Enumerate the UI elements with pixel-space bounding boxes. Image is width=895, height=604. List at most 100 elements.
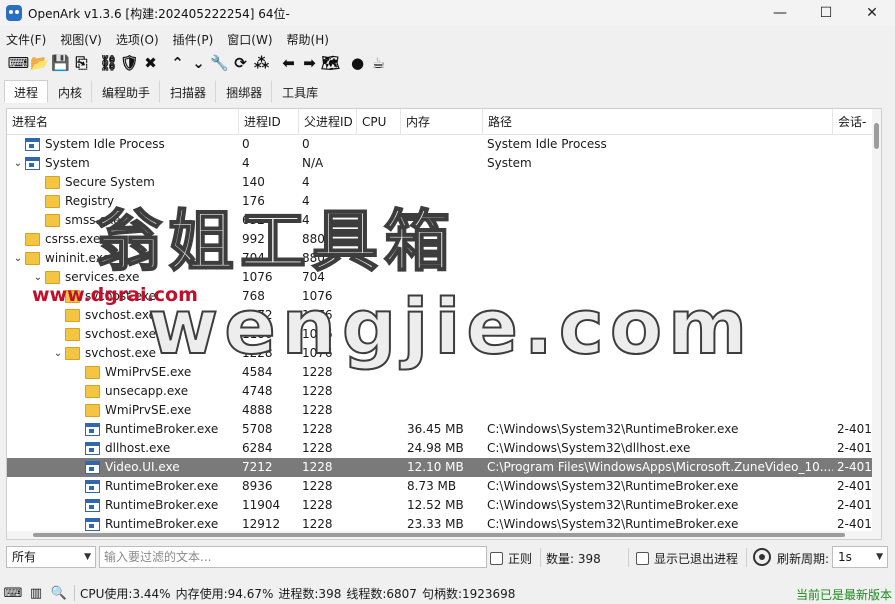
tab-scanner[interactable]: 扫描器 <box>160 80 217 103</box>
tab-bundler[interactable]: 捆绑器 <box>216 80 273 103</box>
folder-icon <box>85 385 100 398</box>
menu-file[interactable]: 文件(F) <box>6 31 46 48</box>
export-icon[interactable]: ⎘ <box>71 53 92 73</box>
table-row[interactable]: dllhost.exe 6284 1228 24.98 MB C:\Windows\Sy… <box>7 439 873 458</box>
folder-open-icon[interactable]: 📂 <box>29 53 50 73</box>
column-header-path[interactable]: 路径 <box>483 109 833 135</box>
chevron-down-icon[interactable]: ⌄ <box>51 344 65 363</box>
column-header-cpu[interactable]: CPU <box>357 109 401 135</box>
show-exited-checkbox-box[interactable] <box>636 552 649 565</box>
table-row[interactable]: Video.UI.exe 7212 1228 12.10 MB C:\Program F… <box>7 458 873 477</box>
map-icon[interactable]: ▥ <box>26 584 46 602</box>
wrench-icon[interactable]: 🔧 <box>209 53 230 73</box>
shield-icon[interactable]: 🛡 <box>119 53 140 73</box>
table-row[interactable]: smss.exe 632 4 <box>7 211 873 230</box>
menu-help[interactable]: 帮助(H) <box>287 31 329 48</box>
cell-name: dllhost.exe <box>71 439 239 458</box>
column-header-session[interactable]: 会话- <box>833 109 877 135</box>
cell-session: 2-401 <box>837 422 872 436</box>
menu-bar: 文件(F) 视图(V) 选项(O) 插件(P) 窗口(W) 帮助(H) <box>0 28 895 50</box>
coffee-icon[interactable]: ☕ <box>368 53 389 73</box>
cell-cpu <box>362 458 402 477</box>
column-header-name[interactable]: 进程名 <box>7 109 239 135</box>
process-name: svchost.exe <box>85 289 156 303</box>
table-row[interactable]: ⌄ System 4 N/A System <box>7 154 873 173</box>
map-icon[interactable]: 🗺 <box>320 53 341 73</box>
cell-session <box>837 287 877 306</box>
cell-session <box>837 268 877 287</box>
console-icon[interactable]: ⌨ <box>8 53 30 73</box>
table-row[interactable]: RuntimeBroker.exe 5708 1228 36.45 MB C:\Wind… <box>7 420 873 439</box>
search-icon[interactable]: 🔍 <box>49 584 69 602</box>
save-icon[interactable]: 💾 <box>50 53 71 73</box>
table-row[interactable]: System Idle Process 0 0 System Idle Process <box>7 135 873 154</box>
cell-ppid: 1228 <box>302 479 333 493</box>
cell-ppid: 4 <box>302 213 310 227</box>
table-row[interactable]: ⌄ services.exe 1076 704 <box>7 268 873 287</box>
horizontal-scrollbar[interactable] <box>7 531 873 539</box>
column-header-ppid[interactable]: 父进程ID <box>299 109 357 135</box>
table-row[interactable]: RuntimeBroker.exe 8936 1228 8.73 MB C:\Windo… <box>7 477 873 496</box>
chevron-down-icon[interactable]: ⌄ <box>31 268 45 287</box>
arrow-right-icon[interactable]: ➡ <box>299 53 320 73</box>
table-row[interactable]: svchost.exe 768 1076 <box>7 287 873 306</box>
table-row[interactable]: Secure System 140 4 <box>7 173 873 192</box>
tree-icon[interactable]: ⛓ <box>98 53 119 73</box>
vertical-scroll-thumb[interactable] <box>874 123 879 149</box>
cell-ppid: 1076 <box>302 327 333 341</box>
arrow-up-icon[interactable]: ⌃ <box>167 53 188 73</box>
filter-scope-select[interactable]: 所有 ▼ <box>6 546 96 568</box>
process-name: RuntimeBroker.exe <box>105 422 219 436</box>
horizontal-scroll-thumb[interactable] <box>33 533 845 537</box>
process-count: 数量: 398 <box>546 552 601 566</box>
close-icon[interactable]: ✕ <box>849 0 895 26</box>
chevron-down-icon[interactable]: ⌄ <box>11 154 25 173</box>
column-header-pid[interactable]: 进程ID <box>239 109 299 135</box>
cell-name: Registry <box>31 192 239 211</box>
table-row[interactable]: svchost.exe 1180 1076 <box>7 325 873 344</box>
minimize-icon[interactable]: — <box>757 0 803 26</box>
cpu-usage: CPU使用:3.44% <box>80 586 171 601</box>
menu-options[interactable]: 选项(O) <box>116 31 159 48</box>
process-table[interactable]: 进程名 进程ID 父进程ID CPU 内存 路径 会话- System Idle… <box>6 108 882 540</box>
column-header-memory[interactable]: 内存 <box>401 109 483 135</box>
vertical-scrollbar[interactable] <box>872 109 881 539</box>
cell-name: csrss.exe <box>11 230 239 249</box>
console-icon[interactable]: ⌨ <box>3 584 23 602</box>
github-icon[interactable]: ● <box>347 53 368 73</box>
chevron-down-icon[interactable]: ⌄ <box>11 249 25 268</box>
arrow-down-icon[interactable]: ⌄ <box>188 53 209 73</box>
cell-name: WmiPrvSE.exe <box>71 363 239 382</box>
regex-checkbox-box[interactable] <box>490 552 503 565</box>
tab-coding-helper[interactable]: 编程助手 <box>92 80 161 103</box>
menu-view[interactable]: 视图(V) <box>60 31 102 48</box>
process-name: RuntimeBroker.exe <box>105 498 219 512</box>
table-row[interactable]: RuntimeBroker.exe 11904 1228 12.52 MB C:\Win… <box>7 496 873 515</box>
regex-checkbox[interactable]: 正则 <box>490 550 532 567</box>
process-name: Secure System <box>65 175 155 189</box>
grid-icon[interactable]: ⁂ <box>251 53 272 73</box>
kill-icon[interactable]: ✖ <box>140 53 161 73</box>
menu-window[interactable]: 窗口(W) <box>227 31 272 48</box>
menu-plugins[interactable]: 插件(P) <box>173 31 214 48</box>
table-row[interactable]: ⌄ wininit.exe 704 880 <box>7 249 873 268</box>
show-exited-checkbox[interactable]: 显示已退出进程 <box>636 550 738 567</box>
filter-text-input[interactable] <box>99 546 487 568</box>
refresh-icon[interactable]: ⟳ <box>230 53 251 73</box>
cell-session <box>837 344 877 363</box>
maximize-icon[interactable]: ☐ <box>803 0 849 26</box>
table-row[interactable]: csrss.exe 992 880 <box>7 230 873 249</box>
tab-toolkit[interactable]: 工具库 <box>272 80 328 103</box>
arrow-left-icon[interactable]: ⬅ <box>278 53 299 73</box>
tab-kernel[interactable]: 内核 <box>48 80 93 103</box>
table-row[interactable]: ⌄ svchost.exe 1228 1076 <box>7 344 873 363</box>
table-row[interactable]: WmiPrvSE.exe 4584 1228 <box>7 363 873 382</box>
table-row[interactable]: svchost.exe 1172 1076 <box>7 306 873 325</box>
table-row[interactable]: unsecapp.exe 4748 1228 <box>7 382 873 401</box>
process-name: svchost.exe <box>85 327 156 341</box>
cell-pid: 4 <box>242 156 250 170</box>
table-row[interactable]: WmiPrvSE.exe 4888 1228 <box>7 401 873 420</box>
table-row[interactable]: Registry 176 4 <box>7 192 873 211</box>
refresh-period-select[interactable]: 1s ▼ <box>832 546 888 568</box>
tab-process[interactable]: 进程 <box>4 80 49 103</box>
